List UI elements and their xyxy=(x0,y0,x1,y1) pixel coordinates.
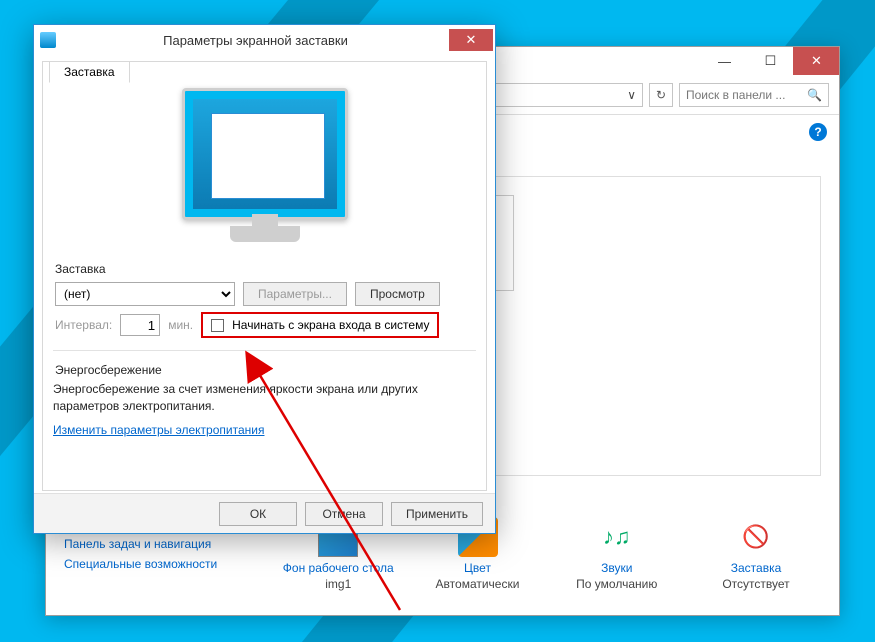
screensaver-link[interactable]: 🚫 Заставка Отсутствует xyxy=(691,517,821,591)
cancel-button[interactable]: Отмена xyxy=(305,502,383,526)
minimize-button[interactable]: — xyxy=(701,47,747,75)
interval-label: Интервал: xyxy=(55,318,112,332)
energy-note: Энергосбережение за счет изменения яркос… xyxy=(53,381,476,415)
screensaver-dialog: Параметры экранной заставки ✕ Заставка З… xyxy=(33,24,496,534)
dlg-titlebar: Параметры экранной заставки ✕ xyxy=(34,25,495,55)
ok-button[interactable]: ОК xyxy=(219,502,297,526)
screensaver-select[interactable]: (нет) xyxy=(55,282,235,306)
logon-checkbox[interactable] xyxy=(211,319,224,332)
settings-button[interactable]: Параметры... xyxy=(243,282,347,306)
sound-icon: ♪♫ xyxy=(597,517,637,557)
logon-checkbox-label: Начинать с экрана входа в систему xyxy=(232,318,429,332)
screensaver-icon: 🚫 xyxy=(736,517,776,557)
search-icon: 🔍 xyxy=(807,88,822,102)
interval-field[interactable] xyxy=(120,314,160,336)
dlg-app-icon xyxy=(40,32,56,48)
search-input[interactable]: Поиск в панели ... 🔍 xyxy=(679,83,829,107)
sounds-link[interactable]: ♪♫ Звуки По умолчанию xyxy=(552,517,682,591)
dlg-close-button[interactable]: ✕ xyxy=(449,29,493,51)
apply-button[interactable]: Применить xyxy=(391,502,483,526)
energy-heading: Энергосбережение xyxy=(55,363,474,377)
dlg-footer: ОК Отмена Применить xyxy=(34,493,495,533)
refresh-button[interactable]: ↻ xyxy=(649,83,673,107)
search-placeholder: Поиск в панели ... xyxy=(686,88,785,102)
dlg-body: Заставка Заставка (нет) Параметры... Про… xyxy=(42,61,487,491)
power-options-link[interactable]: Изменить параметры электропитания xyxy=(53,423,264,437)
tab-screensaver[interactable]: Заставка xyxy=(49,61,130,83)
annotation-highlight: Начинать с экрана входа в систему xyxy=(201,312,439,338)
screensaver-preview xyxy=(170,88,360,248)
screensaver-group-label: Заставка xyxy=(55,262,474,276)
interval-unit: мин. xyxy=(168,318,193,332)
link-ease-of-access[interactable]: Специальные возможности xyxy=(64,557,264,571)
close-button[interactable]: ✕ xyxy=(793,47,839,75)
maximize-button[interactable]: ☐ xyxy=(747,47,793,75)
dlg-title: Параметры экранной заставки xyxy=(62,33,449,48)
preview-button[interactable]: Просмотр xyxy=(355,282,440,306)
link-taskbar[interactable]: Панель задач и навигация xyxy=(64,537,264,551)
